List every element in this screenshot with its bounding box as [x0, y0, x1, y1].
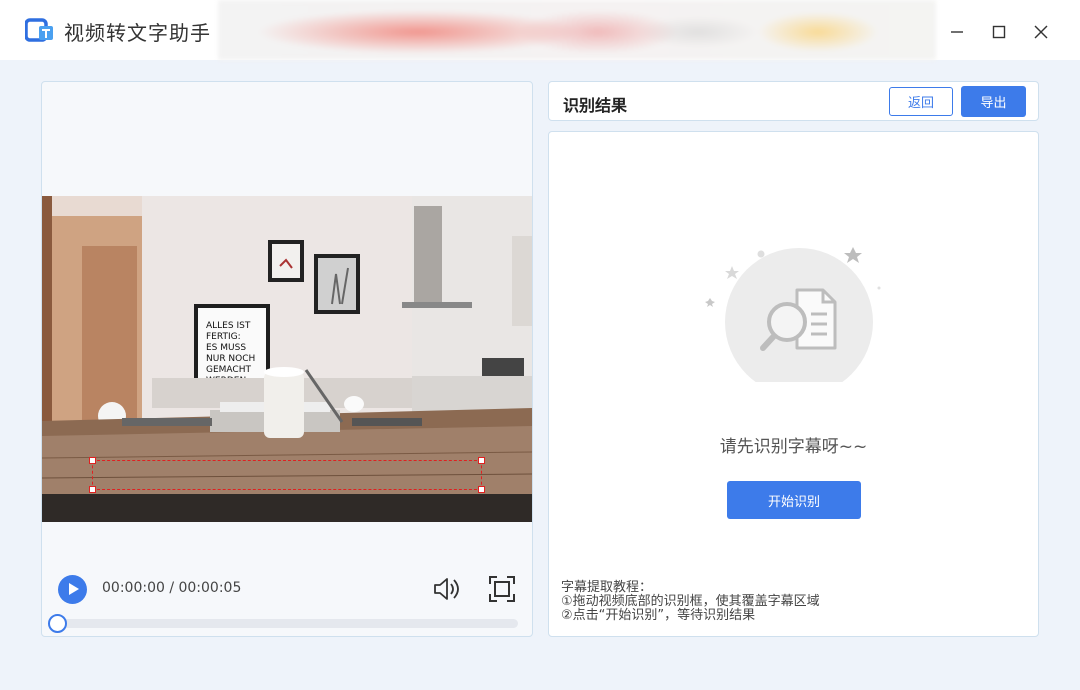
promo-banner[interactable]: [218, 0, 936, 60]
close-icon[interactable]: [1027, 18, 1055, 46]
poster-line: ALLES IST: [206, 321, 251, 331]
resize-handle[interactable]: [478, 486, 485, 493]
empty-search-document-icon: [705, 247, 881, 382]
resize-handle[interactable]: [478, 457, 485, 464]
minimize-icon[interactable]: [943, 18, 971, 46]
play-button[interactable]: [58, 575, 87, 604]
volume-icon[interactable]: [432, 576, 462, 602]
resize-handle[interactable]: [89, 486, 96, 493]
fullscreen-icon[interactable]: [488, 575, 516, 603]
poster-line: FERTIG:: [206, 332, 241, 342]
result-panel: 请先识别字幕呀~~ 开始识别 字幕提取教程： ①拖动视频底部的识别框，使其覆盖字…: [548, 131, 1039, 637]
tutorial-text: 字幕提取教程： ①拖动视频底部的识别框，使其覆盖字幕区域 ②点击“开始识别”，等…: [561, 581, 820, 623]
maximize-icon[interactable]: [985, 18, 1013, 46]
tutorial-step: ②点击“开始识别”，等待识别结果: [561, 608, 756, 623]
poster-line: GEMACHT: [206, 365, 251, 375]
tutorial-heading: 字幕提取教程：: [561, 580, 653, 595]
resize-handle[interactable]: [89, 457, 96, 464]
poster-line: ES MUSS: [206, 343, 246, 353]
progress-thumb[interactable]: [48, 614, 67, 633]
video-frame[interactable]: ALLES IST FERTIG: ES MUSS NUR NOCH GEMAC…: [42, 196, 532, 522]
poster-line: NUR NOCH: [206, 354, 255, 364]
subtitle-region-box[interactable]: [89, 457, 485, 493]
start-recognition-button[interactable]: 开始识别: [727, 481, 861, 519]
back-button[interactable]: 返回: [889, 87, 953, 116]
app-title: 视频转文字助手: [64, 21, 211, 45]
video-panel: ALLES IST FERTIG: ES MUSS NUR NOCH GEMAC…: [41, 81, 533, 637]
tutorial-step: ①拖动视频底部的识别框，使其覆盖字幕区域: [561, 594, 820, 609]
app-logo-icon: [25, 18, 53, 42]
title-bar: 视频转文字助手: [0, 0, 1080, 60]
result-title: 识别结果: [563, 96, 628, 115]
empty-state-text: 请先识别字幕呀~~: [719, 437, 868, 457]
result-header: 识别结果 返回 导出: [548, 81, 1039, 121]
playback-time: 00:00:00 / 00:00:05: [102, 580, 242, 596]
progress-bar[interactable]: [56, 619, 518, 628]
export-button[interactable]: 导出: [961, 86, 1026, 117]
